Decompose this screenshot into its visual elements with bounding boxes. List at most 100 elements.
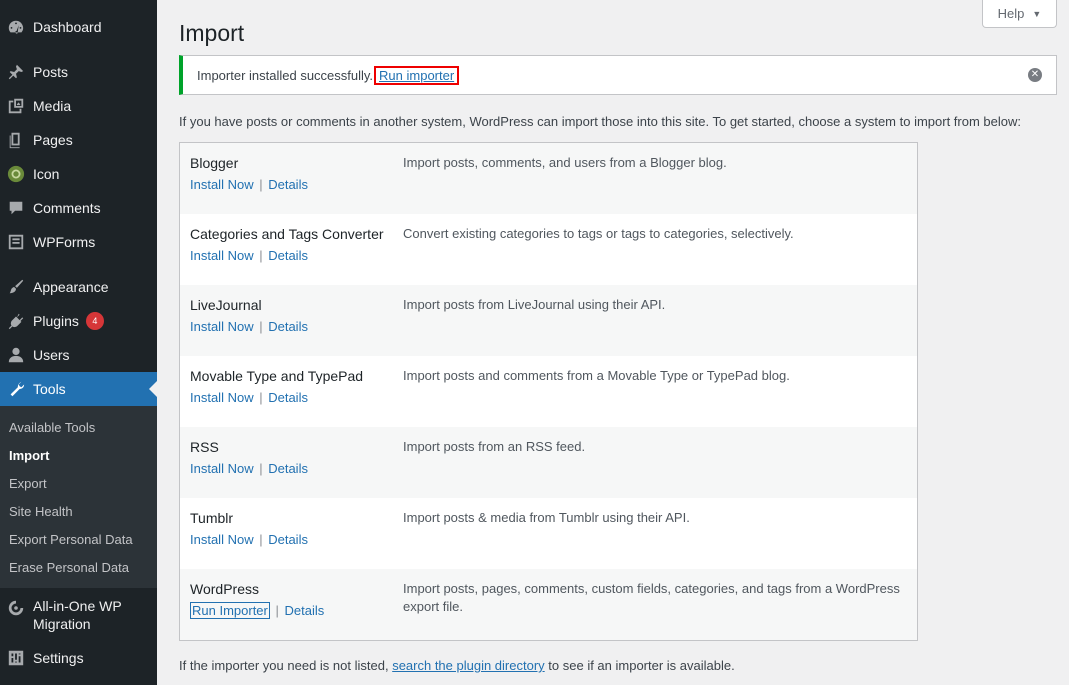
- menu-comments-label: Comments: [33, 200, 101, 216]
- importers-table: Blogger Install Now | Details Import pos…: [179, 142, 918, 641]
- details-link[interactable]: Details: [268, 532, 308, 547]
- details-link[interactable]: Details: [268, 319, 308, 334]
- separator: |: [259, 177, 263, 192]
- help-label: Help: [997, 6, 1025, 21]
- importer-description: Import posts from an RSS feed.: [403, 439, 586, 454]
- dismiss-notice-icon[interactable]: ✕: [1028, 68, 1042, 82]
- details-link[interactable]: Details: [268, 248, 308, 263]
- install-now-link[interactable]: Install Now: [190, 248, 254, 263]
- menu-all-in-one-migration[interactable]: All-in-One WP Migration: [0, 597, 157, 635]
- submenu-erase-personal-data[interactable]: Erase Personal Data: [9, 560, 129, 575]
- importer-row-wordpress: WordPress Run Importer | Details Import …: [180, 569, 917, 640]
- submenu-available-tools[interactable]: Available Tools: [9, 420, 95, 435]
- importer-description: Import posts from LiveJournal using thei…: [403, 297, 666, 312]
- separator: |: [259, 461, 263, 476]
- wrench-icon: [7, 380, 25, 398]
- pin-icon: [7, 63, 25, 81]
- plugins-update-badge: 4: [85, 312, 104, 330]
- importer-row-blogger: Blogger Install Now | Details Import pos…: [180, 143, 917, 214]
- user-icon: [7, 346, 25, 364]
- importer-description: Import posts & media from Tumblr using t…: [403, 510, 690, 525]
- install-now-link[interactable]: Install Now: [190, 390, 254, 405]
- submenu-export[interactable]: Export: [9, 476, 47, 491]
- tools-submenu: Available Tools Import Export Site Healt…: [0, 406, 157, 588]
- menu-settings[interactable]: Settings: [0, 641, 157, 675]
- importer-name: RSS: [190, 439, 219, 455]
- menu-pages[interactable]: Pages: [0, 123, 157, 157]
- menu-users-label: Users: [33, 347, 70, 363]
- success-notice: Importer installed successfully. Run imp…: [179, 55, 1057, 95]
- page-title: Import: [179, 20, 245, 46]
- menu-media[interactable]: Media: [0, 89, 157, 123]
- intro-text: If you have posts or comments in another…: [179, 114, 1021, 129]
- importer-name: Movable Type and TypePad: [190, 368, 364, 384]
- details-link[interactable]: Details: [268, 461, 308, 476]
- importer-name: WordPress: [190, 581, 259, 597]
- menu-icon-label: Icon: [33, 166, 60, 182]
- caret-down-icon: ▼: [1032, 8, 1042, 19]
- menu-appearance[interactable]: Appearance: [0, 270, 157, 304]
- importer-row-categories-tags: Categories and Tags Converter Install No…: [180, 214, 917, 285]
- settings-icon: [7, 649, 25, 667]
- importer-row-tumblr: Tumblr Install Now | Details Import post…: [180, 498, 917, 569]
- run-importer-link[interactable]: Run importer: [374, 65, 460, 85]
- menu-plugins-label: Plugins: [33, 313, 79, 329]
- submenu-site-health[interactable]: Site Health: [9, 504, 73, 519]
- pages-icon: [7, 131, 25, 149]
- install-now-link[interactable]: Install Now: [190, 177, 254, 192]
- forms-icon: [7, 233, 25, 251]
- details-link[interactable]: Details: [268, 390, 308, 405]
- media-icon: [7, 97, 25, 115]
- importer-row-livejournal: LiveJournal Install Now | Details Import…: [180, 285, 917, 356]
- separator: |: [259, 532, 263, 547]
- separator: |: [275, 603, 279, 618]
- separator: |: [259, 390, 263, 405]
- footer-text-before: If the importer you need is not listed,: [179, 658, 389, 673]
- notice-message: Importer installed successfully.: [197, 67, 374, 83]
- install-now-link[interactable]: Install Now: [190, 319, 254, 334]
- importer-description: Import posts, pages, comments, custom fi…: [403, 581, 900, 614]
- menu-appearance-label: Appearance: [33, 279, 109, 295]
- separator: |: [259, 248, 263, 263]
- submenu-import[interactable]: Import: [9, 448, 49, 463]
- admin-sidebar: Dashboard Posts Media Pages Icon Comment…: [0, 0, 157, 685]
- gear-circle-icon: [7, 165, 25, 183]
- menu-plugins[interactable]: Plugins 4: [0, 304, 157, 338]
- menu-media-label: Media: [33, 98, 72, 114]
- menu-wpforms-label: WPForms: [33, 234, 96, 250]
- importer-row-rss: RSS Install Now | Details Import posts f…: [180, 427, 917, 498]
- importer-description: Import posts and comments from a Movable…: [403, 368, 790, 383]
- comment-icon: [7, 199, 25, 217]
- footer-text-after: to see if an importer is available.: [548, 658, 735, 673]
- run-importer-button[interactable]: Run Importer: [190, 602, 270, 619]
- details-link[interactable]: Details: [268, 177, 308, 192]
- submenu-export-personal-data[interactable]: Export Personal Data: [9, 532, 133, 547]
- menu-icon[interactable]: Icon: [0, 157, 157, 191]
- importer-description: Import posts, comments, and users from a…: [403, 155, 727, 170]
- menu-users[interactable]: Users: [0, 338, 157, 372]
- install-now-link[interactable]: Install Now: [190, 461, 254, 476]
- menu-tools[interactable]: Tools: [0, 372, 157, 406]
- importer-name: Blogger: [190, 155, 239, 171]
- importer-row-movable-type: Movable Type and TypePad Install Now | D…: [180, 356, 917, 427]
- menu-posts-label: Posts: [33, 64, 69, 80]
- separator: |: [259, 319, 263, 334]
- menu-dashboard[interactable]: Dashboard: [0, 10, 157, 44]
- menu-settings-label: Settings: [33, 650, 84, 666]
- help-tab-button[interactable]: Help ▼: [982, 0, 1057, 28]
- importer-name: LiveJournal: [190, 297, 262, 313]
- importer-name: Categories and Tags Converter: [190, 226, 384, 242]
- menu-wpforms[interactable]: WPForms: [0, 225, 157, 259]
- menu-posts[interactable]: Posts: [0, 55, 157, 89]
- importer-description: Convert existing categories to tags or t…: [403, 226, 794, 241]
- footer-note: If the importer you need is not listed, …: [179, 658, 735, 673]
- dashboard-icon: [7, 18, 25, 36]
- migration-icon: [7, 599, 25, 617]
- menu-comments[interactable]: Comments: [0, 191, 157, 225]
- plugin-icon: [7, 312, 25, 330]
- brush-icon: [7, 278, 25, 296]
- search-plugin-directory-link[interactable]: search the plugin directory: [392, 658, 544, 673]
- details-link[interactable]: Details: [285, 603, 325, 618]
- install-now-link[interactable]: Install Now: [190, 532, 254, 547]
- importer-name: Tumblr: [190, 510, 234, 526]
